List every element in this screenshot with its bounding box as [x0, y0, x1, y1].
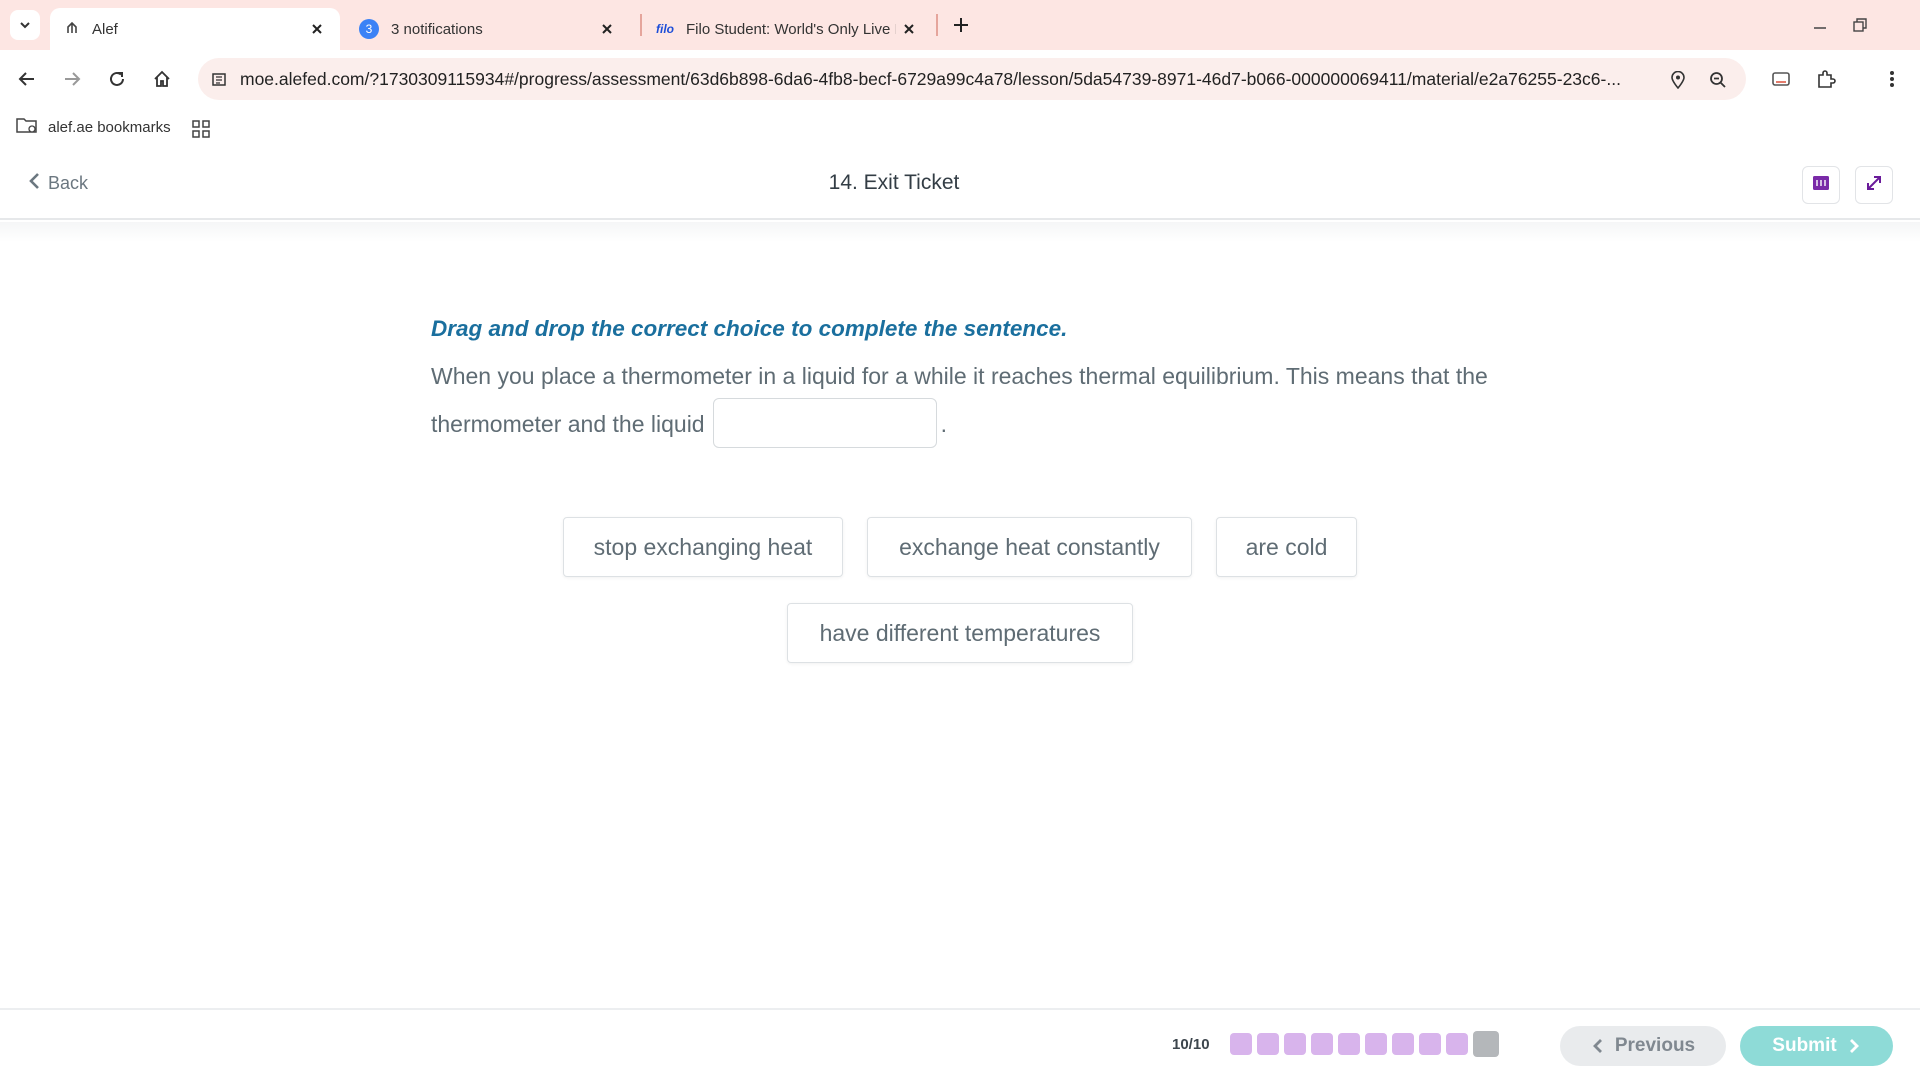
previous-button[interactable]: Previous — [1560, 1026, 1726, 1066]
progress-dot[interactable] — [1311, 1033, 1333, 1055]
chevron-right-icon — [1849, 1038, 1861, 1054]
close-icon[interactable] — [900, 20, 918, 38]
sentence-end: . — [940, 411, 947, 437]
chevron-left-icon — [1591, 1038, 1603, 1054]
bookmark-folder[interactable]: alef.ae bookmarks — [16, 116, 171, 138]
bookmark-label: alef.ae bookmarks — [48, 118, 171, 136]
choice-stop-exchanging-heat[interactable]: stop exchanging heat — [563, 517, 843, 577]
tab-title: 3 notifications — [391, 20, 483, 38]
expand-button[interactable] — [1855, 166, 1893, 204]
tab-notifications[interactable]: 3 3 notifications — [345, 8, 630, 50]
tab-search-icon[interactable] — [10, 10, 40, 40]
progress-dot[interactable] — [1257, 1033, 1279, 1055]
notification-badge: 3 — [359, 19, 379, 39]
progress-dot[interactable] — [1446, 1033, 1468, 1055]
tab-filo[interactable]: filo Filo Student: World's Only Live I — [642, 8, 932, 50]
progress-dot[interactable] — [1365, 1033, 1387, 1055]
home-icon[interactable] — [147, 64, 177, 94]
tab-divider — [936, 14, 938, 36]
minimize-icon[interactable] — [1805, 10, 1835, 40]
previous-label: Previous — [1614, 1035, 1696, 1056]
choice-exchange-heat-constantly[interactable]: exchange heat constantly — [867, 517, 1192, 577]
alef-tab-icon — [64, 19, 80, 39]
choice-have-different-temperatures[interactable]: have different temperatures — [787, 603, 1133, 663]
progress-counter: 10/10 — [1172, 1036, 1210, 1053]
new-tab-icon[interactable] — [950, 14, 972, 36]
progress-dot[interactable] — [1392, 1033, 1414, 1055]
tab-title: Filo Student: World's Only Live I — [686, 20, 896, 38]
progress-dots — [1230, 1031, 1504, 1057]
site-info-icon[interactable] — [208, 68, 230, 90]
apps-grid-icon[interactable] — [190, 118, 212, 140]
lesson-header: Back 14. Exit Ticket — [0, 150, 1920, 220]
submit-button[interactable]: Submit — [1740, 1026, 1893, 1066]
reload-icon[interactable] — [102, 64, 132, 94]
bookmark-folder-icon — [16, 116, 38, 138]
extensions-icon[interactable] — [1811, 64, 1841, 94]
question-instruction: Drag and drop the correct choice to comp… — [431, 316, 1068, 341]
location-icon[interactable] — [1666, 68, 1690, 92]
browser-toolbar: moe.alefed.com/?1730309115934#/progress/… — [0, 50, 1920, 108]
footer-divider — [0, 1008, 1920, 1010]
immersive-reader-icon — [1812, 174, 1830, 197]
close-icon[interactable] — [598, 20, 616, 38]
restore-icon[interactable] — [1845, 10, 1875, 40]
choice-are-cold[interactable]: are cold — [1216, 517, 1357, 577]
drop-zone[interactable] — [712, 397, 937, 448]
tab-title: Alef — [92, 20, 118, 38]
zoom-icon[interactable] — [1706, 68, 1730, 92]
cast-icon[interactable] — [1766, 64, 1796, 94]
progress-dot[interactable] — [1230, 1033, 1252, 1055]
address-bar[interactable]: moe.alefed.com/?1730309115934#/progress/… — [198, 58, 1746, 100]
question-sentence: When you place a thermometer in a liquid… — [431, 352, 1511, 451]
progress-dot[interactable] — [1419, 1033, 1441, 1055]
content-divider — [0, 222, 1920, 242]
expand-icon — [1865, 174, 1883, 197]
forward-arrow-icon[interactable] — [57, 64, 87, 94]
immersive-reader-button[interactable] — [1802, 166, 1840, 204]
more-icon[interactable] — [1877, 64, 1907, 94]
submit-label: Submit — [1772, 1035, 1837, 1056]
back-arrow-icon[interactable] — [12, 64, 42, 94]
sentence-text: When you place a thermometer in a liquid… — [431, 363, 1488, 437]
progress-dot-current[interactable] — [1473, 1031, 1499, 1057]
page-title: 14. Exit Ticket — [828, 171, 960, 194]
progress-dot[interactable] — [1284, 1033, 1306, 1055]
browser-tab-bar: Alef 3 3 notifications filo Filo Student… — [0, 0, 1920, 50]
close-icon[interactable] — [308, 20, 326, 38]
bookmarks-bar: alef.ae bookmarks — [0, 108, 1920, 150]
filo-logo: filo — [656, 22, 674, 36]
progress-dot[interactable] — [1338, 1033, 1360, 1055]
tab-alef[interactable]: Alef — [50, 8, 340, 50]
url-text[interactable]: moe.alefed.com/?1730309115934#/progress/… — [240, 69, 1650, 90]
